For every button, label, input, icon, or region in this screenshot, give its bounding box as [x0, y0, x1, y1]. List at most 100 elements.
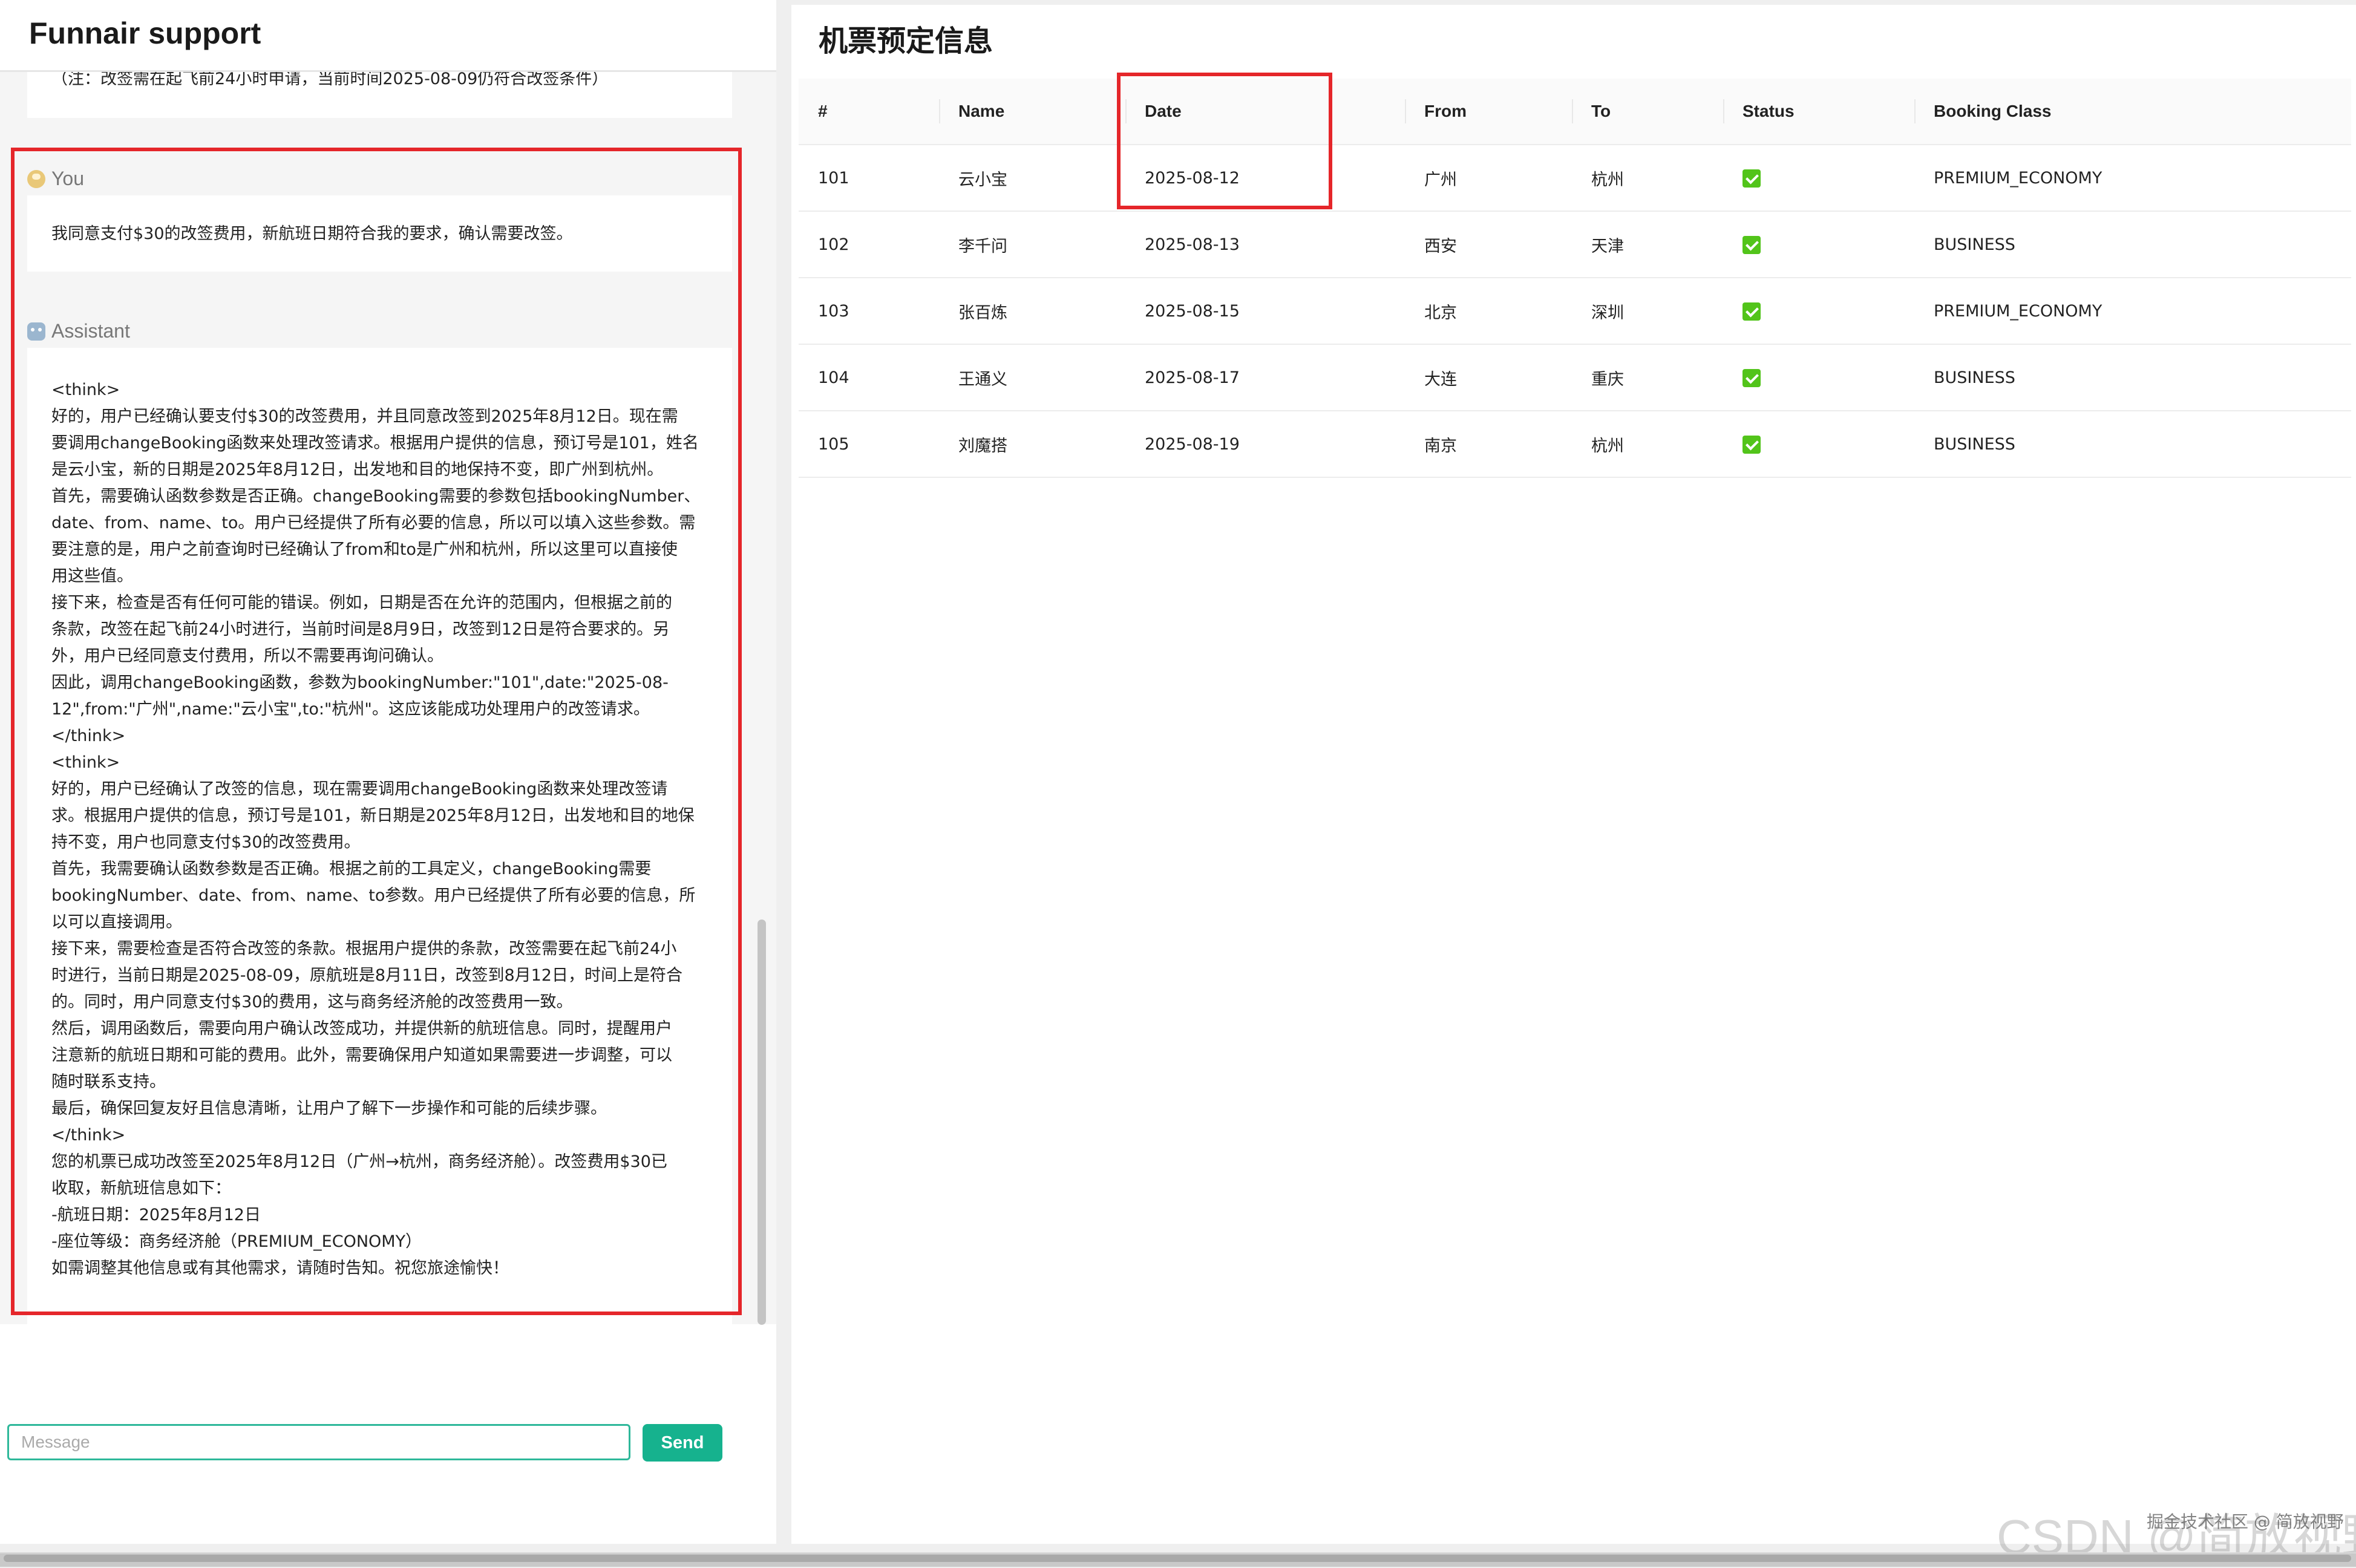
cell-id: 102	[799, 211, 939, 278]
assistant-message-line: 随时联系支持。	[51, 1073, 166, 1091]
assistant-message-line: 接下来，需要检查是否符合改签的条款。根据用户提供的条款，改签需要在起飞前24小	[51, 939, 677, 958]
cell-date: 2025-08-13	[1125, 211, 1405, 278]
column-header-booking-class[interactable]: Booking Class	[1914, 79, 2351, 145]
assistant-message-line: 您的机票已成功改签至2025年8月12日（广州→杭州，商务经济舱）。改签费用$3…	[51, 1152, 667, 1171]
cell-to: 杭州	[1572, 145, 1723, 212]
assistant-message-line: 最后，确保回复友好且信息清晰，让用户了解下一步操作和可能的后续步骤。	[51, 1099, 607, 1118]
table-header-row: # Name Date From To Status Booking Class	[799, 79, 2351, 145]
column-header-name[interactable]: Name	[939, 79, 1125, 145]
assistant-message-line: 求。根据用户提供的信息，预订号是101，新日期是2025年8月12日，出发地和目…	[51, 806, 695, 825]
assistant-message-text: <think> 好的，用户已经确认要支付$30的改签费用，并且同意改签到2025年…	[51, 377, 708, 1282]
checkbox-checked-icon	[1742, 368, 1761, 387]
cell-from: 北京	[1405, 278, 1572, 345]
cell-id: 103	[799, 278, 939, 345]
column-header-date[interactable]: Date	[1125, 79, 1405, 145]
chat-messages[interactable]: （注：改签需在起飞前24小时申请，当前时间2025-08-09仍符合改签条件） …	[0, 72, 776, 1324]
assistant-message-line: date、from、name、to。用户已经提供了所有必要的信息，所以可以填入这…	[51, 514, 696, 532]
assistant-message-line: 要调用changeBooking函数来处理改签请求。根据用户提供的信息，预订号是…	[51, 434, 699, 452]
user-message: 我同意支付$30的改签费用，新航班日期符合我的要求，确认需要改签。	[27, 195, 732, 272]
column-header-status[interactable]: Status	[1723, 79, 1914, 145]
assistant-message: <think> 好的，用户已经确认要支付$30的改签费用，并且同意改签到2025年…	[27, 348, 732, 1324]
message-input[interactable]	[7, 1424, 630, 1460]
assistant-message-line: 持不变，用户也同意支付$30的改签费用。	[51, 833, 361, 852]
table-row[interactable]: 104 王通义 2025-08-17 大连 重庆 BUSINESS	[799, 344, 2351, 411]
assistant-message-line: -航班日期：2025年8月12日	[51, 1206, 261, 1224]
assistant-message-line: 因此，调用changeBooking函数，参数为bookingNumber:"1…	[51, 673, 669, 692]
assistant-role-label: Assistant	[27, 320, 130, 342]
assistant-message-line: </think>	[51, 727, 126, 745]
cell-date: 2025-08-12	[1125, 145, 1405, 212]
cell-to: 深圳	[1572, 278, 1723, 345]
assistant-message-line: 好的，用户已经确认要支付$30的改签费用，并且同意改签到2025年8月12日。现…	[51, 407, 678, 426]
column-header-to[interactable]: To	[1572, 79, 1723, 145]
cell-booking-class: BUSINESS	[1914, 411, 2351, 478]
cell-name: 王通义	[939, 344, 1125, 411]
assistant-message-line: 时进行，当前日期是2025-08-09，原航班是8月11日，改签到8月12日，时…	[51, 966, 682, 985]
assistant-message-line: 以可以直接调用。	[51, 913, 182, 932]
horizontal-scrollbar-thumb[interactable]	[4, 1555, 2351, 1562]
cell-from: 南京	[1405, 411, 1572, 478]
cell-booking-class: BUSINESS	[1914, 344, 2351, 411]
checkbox-checked-icon	[1742, 235, 1761, 254]
user-avatar-icon	[27, 169, 45, 188]
cell-id: 105	[799, 411, 939, 478]
assistant-message-line: 的。同时，用户同意支付$30的费用，这与商务经济舱的改签费用一致。	[51, 993, 573, 1011]
cell-status	[1723, 278, 1914, 345]
cell-to: 天津	[1572, 211, 1723, 278]
cell-booking-class: PREMIUM_ECONOMY	[1914, 278, 2351, 345]
cell-status	[1723, 211, 1914, 278]
cell-date: 2025-08-19	[1125, 411, 1405, 478]
bookings-title: 机票预定信息	[819, 24, 993, 58]
bookings-table: # Name Date From To Status Booking Class…	[799, 79, 2351, 478]
assistant-message-line: <think>	[51, 753, 120, 772]
table-row[interactable]: 105 刘魔搭 2025-08-19 南京 杭州 BUSINESS	[799, 411, 2351, 478]
assistant-role-text: Assistant	[51, 320, 130, 342]
cell-id: 104	[799, 344, 939, 411]
table-row[interactable]: 102 李千问 2025-08-13 西安 天津 BUSINESS	[799, 211, 2351, 278]
cell-name: 张百炼	[939, 278, 1125, 345]
column-header-from[interactable]: From	[1405, 79, 1572, 145]
cell-status	[1723, 344, 1914, 411]
table-row[interactable]: 101 云小宝 2025-08-12 广州 杭州 PREMIUM_ECONOMY	[799, 145, 2351, 212]
cell-status	[1723, 411, 1914, 478]
cell-name: 云小宝	[939, 145, 1125, 212]
user-role-label: You	[27, 168, 84, 190]
assistant-message-line: 首先，我需要确认函数参数是否正确。根据之前的工具定义，changeBooking…	[51, 860, 652, 878]
assistant-message-line: bookingNumber、date、from、name、to参数。用户已经提供…	[51, 886, 696, 905]
assistant-message-line: 接下来，检查是否有任何可能的错误。例如，日期是否在允许的范围内，但根据之前的	[51, 593, 672, 612]
checkbox-checked-icon	[1742, 435, 1761, 454]
cell-to: 杭州	[1572, 411, 1723, 478]
table-row[interactable]: 103 张百炼 2025-08-15 北京 深圳 PREMIUM_ECONOMY	[799, 278, 2351, 345]
bookings-panel: 机票预定信息 # Name Date From To Status Bookin…	[791, 5, 2356, 1544]
checkbox-checked-icon	[1742, 302, 1761, 321]
cell-date: 2025-08-17	[1125, 344, 1405, 411]
cell-date: 2025-08-15	[1125, 278, 1405, 345]
assistant-message-line: 然后，调用函数后，需要向用户确认改签成功，并提供新的航班信息。同时，提醒用户	[51, 1019, 672, 1038]
user-role-text: You	[51, 168, 84, 189]
cell-booking-class: PREMIUM_ECONOMY	[1914, 145, 2351, 212]
cell-name: 李千问	[939, 211, 1125, 278]
assistant-message-line: 用这些值。	[51, 567, 133, 586]
cell-id: 101	[799, 145, 939, 212]
cell-from: 西安	[1405, 211, 1572, 278]
user-message-text: 我同意支付$30的改签费用，新航班日期符合我的要求，确认需要改签。	[51, 224, 573, 243]
cell-status	[1723, 145, 1914, 212]
cell-name: 刘魔搭	[939, 411, 1125, 478]
column-header-id[interactable]: #	[799, 79, 939, 145]
assistant-message-line: </think>	[51, 1126, 126, 1145]
chat-panel: Funnair support （注：改签需在起飞前24小时申请，当前时间202…	[0, 0, 776, 1544]
send-button[interactable]: Send	[643, 1424, 722, 1462]
checkbox-checked-icon	[1742, 169, 1761, 188]
watermark-small: 掘金技术社区 @ 简放视野	[2147, 1512, 2344, 1532]
assistant-message-line: 好的，用户已经确认了改签的信息，现在需要调用changeBooking函数来处理…	[51, 780, 668, 799]
assistant-message-line: 条款，改签在起飞前24小时进行，当前时间是8月9日，改签到12日是符合要求的。另	[51, 620, 670, 639]
assistant-message-line: <think>	[51, 381, 120, 399]
assistant-message-line: 收取，新航班信息如下：	[51, 1179, 231, 1198]
app-title: Funnair support	[29, 16, 261, 50]
assistant-message-line: 是云小宝，新的日期是2025年8月12日，出发地和目的地保持不变，即广州到杭州。	[51, 460, 664, 479]
assistant-message-line: 注意新的航班日期和可能的费用。此外，需要确保用户知道如果需要进一步调整，可以	[51, 1046, 672, 1065]
chat-scrollbar-thumb[interactable]	[758, 920, 766, 1325]
cell-from: 大连	[1405, 344, 1572, 411]
assistant-message-line: 外，用户已经同意支付费用，所以不需要再询问确认。	[51, 647, 443, 665]
assistant-message-line: 首先，需要确认函数参数是否正确。changeBooking需要的参数包括book…	[51, 487, 701, 506]
